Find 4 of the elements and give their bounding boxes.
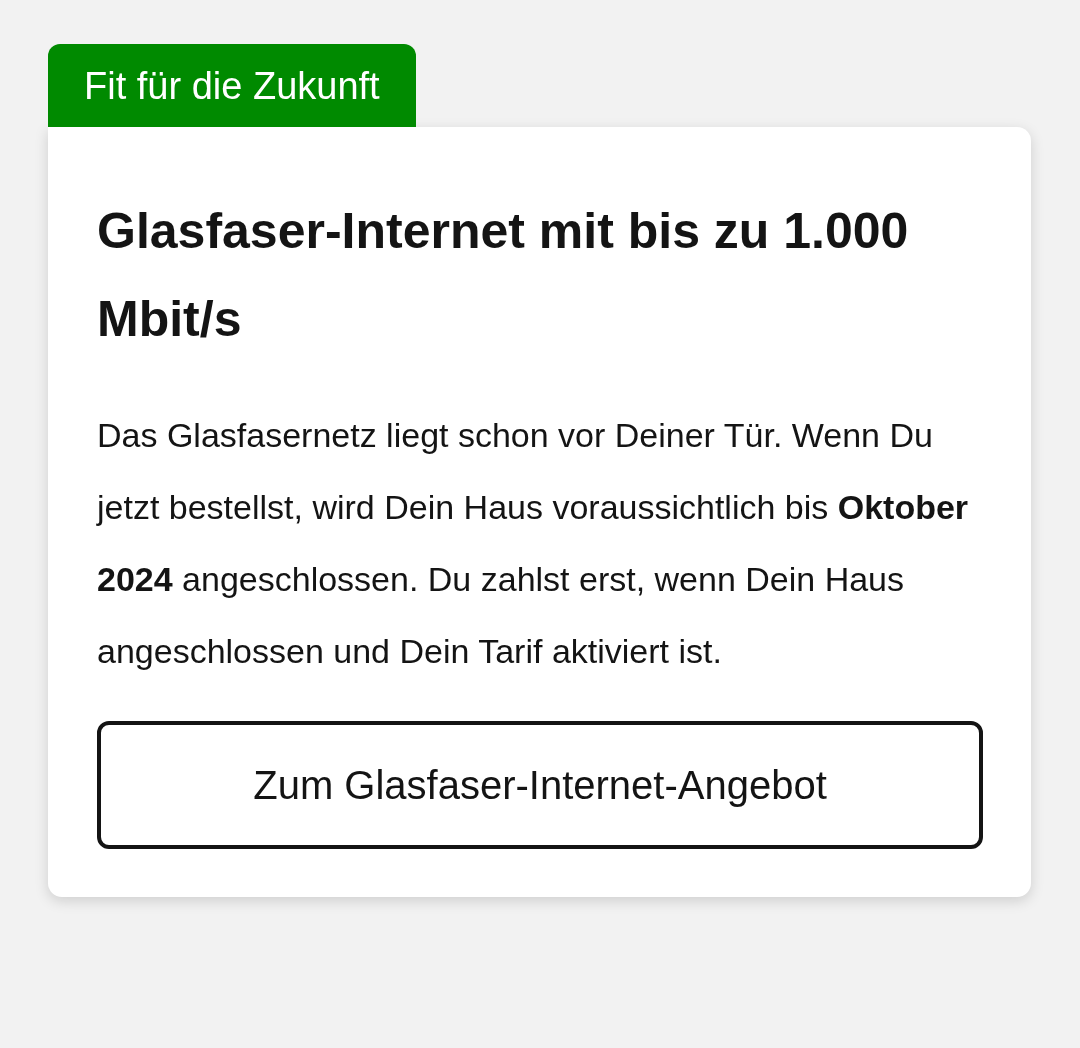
offer-description: Das Glasfasernetz liegt schon vor Deiner Tür. Wenn Du jetzt bestellst, wird Dein Haus voraussichtlich bis Oktober 2024 angeschlossen. Du zahlst erst, wenn Dein Haus angeschlossen und Dein Tarif aktiviert ist. — [97, 415, 970, 673]
offer-button[interactable]: Zum Glasfaser-Internet-Angebot — [97, 721, 983, 850]
offer-title: Glasfaser-Internet mit bis zu 1.000 Mbit/s — [97, 202, 910, 350]
promo-tag: Fit für die Zukunft — [48, 44, 416, 128]
